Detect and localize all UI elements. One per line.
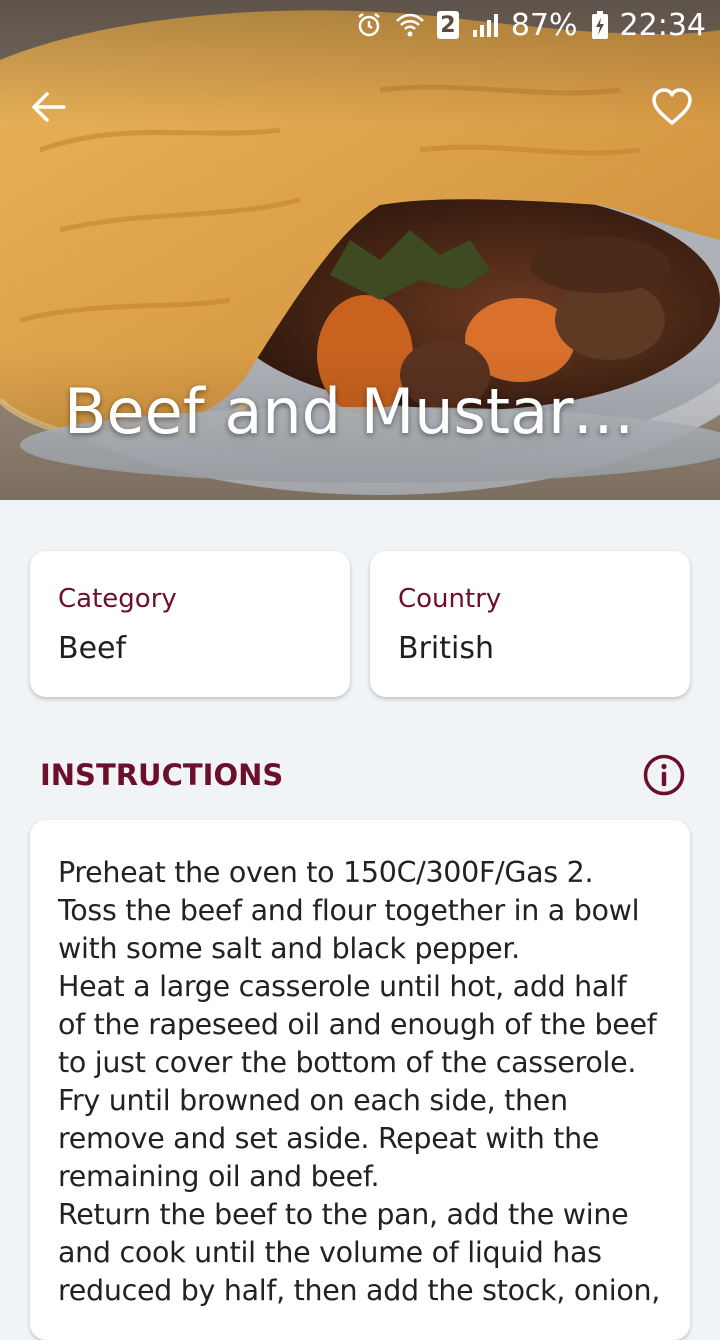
category-value: Beef <box>58 631 127 666</box>
category-card: Category Beef <box>30 551 350 697</box>
clock-time: 22:34 <box>619 7 706 43</box>
battery-percent: 87% <box>510 7 578 43</box>
country-label: Country <box>398 584 502 614</box>
status-bar: 2 87% 22:34 <box>0 0 720 50</box>
battery-charging-icon <box>590 10 610 40</box>
country-value: British <box>398 631 494 666</box>
heart-outline-icon <box>652 88 692 125</box>
instructions-text: Preheat the oven to 150C/300F/Gas 2. Tos… <box>58 856 661 1307</box>
arrow-left-icon <box>32 92 66 122</box>
instructions-info-button[interactable] <box>642 753 686 797</box>
meal-title: Beef and Mustard... <box>64 375 664 448</box>
sim-badge-icon: 2 <box>436 11 459 39</box>
instructions-card: Preheat the oven to 150C/300F/Gas 2. Tos… <box>30 820 690 1340</box>
info-icon <box>643 754 685 796</box>
wifi-icon <box>395 11 425 39</box>
alarm-icon <box>355 11 383 39</box>
meal-hero-image: 2 87% 22:34 Beef and Mustard... <box>0 0 720 500</box>
signal-icon <box>471 12 501 38</box>
country-card: Country British <box>370 551 690 697</box>
back-button[interactable] <box>24 82 74 132</box>
instructions-heading: INSTRUCTIONS <box>40 758 284 792</box>
category-label: Category <box>58 584 177 614</box>
favorite-button[interactable] <box>646 82 698 132</box>
